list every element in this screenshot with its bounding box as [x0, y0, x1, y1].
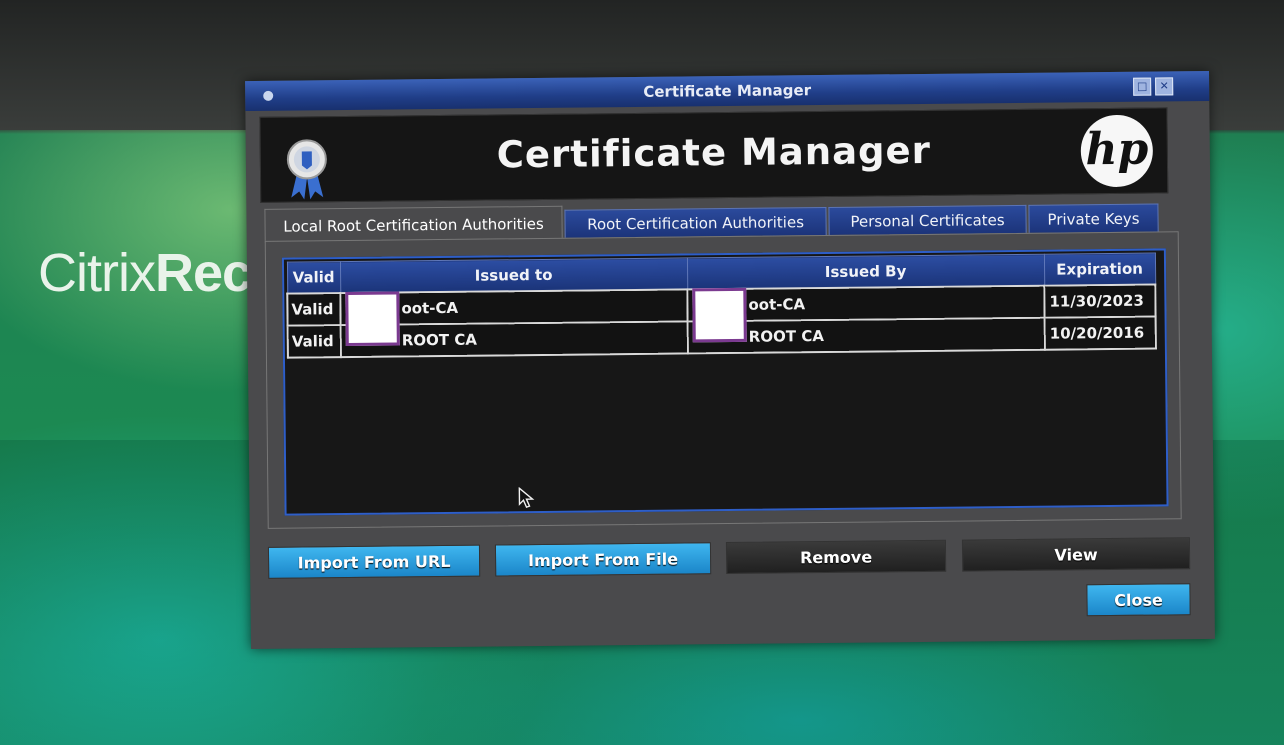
column-header-issued-by[interactable]: Issued By	[686, 254, 1045, 290]
cell-issued-by: oot-CA	[687, 285, 1045, 343]
header-title: Certificate Manager	[496, 128, 932, 177]
column-header-expiration[interactable]: Expiration	[1043, 253, 1156, 286]
tab-panel: Valid Issued to Issued By Expiration Val…	[264, 231, 1182, 529]
column-header-valid[interactable]: Valid	[286, 261, 341, 294]
close-button[interactable]: Close	[1086, 583, 1191, 617]
mouse-pointer-icon	[518, 487, 535, 509]
tab-personal-certificates[interactable]: Personal Certificates	[828, 204, 1027, 235]
window-close-icon[interactable]: ✕	[1155, 77, 1174, 96]
certificate-manager-window: Certificate Manager □ ✕ Certificate Mana…	[245, 70, 1215, 650]
import-from-url-button[interactable]: Import From URL	[267, 544, 481, 579]
redaction-box	[345, 291, 400, 347]
citrix-brand-light: Citrix	[38, 243, 156, 303]
cell-expiration: 11/30/2023	[1044, 284, 1156, 318]
certificate-table-area[interactable]: Valid Issued to Issued By Expiration Val…	[281, 248, 1169, 516]
citrix-brand-text: CitrixRec	[38, 242, 248, 304]
view-button[interactable]: View	[961, 537, 1191, 572]
redaction-box	[692, 287, 747, 343]
header-banner: Certificate Manager hp	[259, 107, 1169, 203]
certificate-table: Valid Issued to Issued By Expiration Val…	[286, 253, 1157, 359]
cell-expiration: 10/20/2016	[1044, 316, 1156, 350]
tab-root-ca[interactable]: Root Certification Authorities	[564, 206, 827, 238]
maximize-icon[interactable]: □	[1133, 77, 1152, 96]
window-menu-icon[interactable]	[263, 90, 274, 101]
import-from-file-button[interactable]: Import From File	[494, 542, 712, 577]
cell-valid: Valid	[287, 293, 341, 326]
tab-private-keys[interactable]: Private Keys	[1028, 203, 1159, 233]
citrix-brand-bold: Rec	[154, 243, 248, 303]
column-header-issued-to[interactable]: Issued to	[339, 257, 688, 294]
remove-button[interactable]: Remove	[725, 539, 947, 575]
cell-issued-to: oot-CA	[340, 289, 688, 347]
window-title: Certificate Manager	[643, 81, 812, 101]
cell-valid: Valid	[287, 325, 341, 358]
hp-logo: hp	[1080, 114, 1154, 188]
